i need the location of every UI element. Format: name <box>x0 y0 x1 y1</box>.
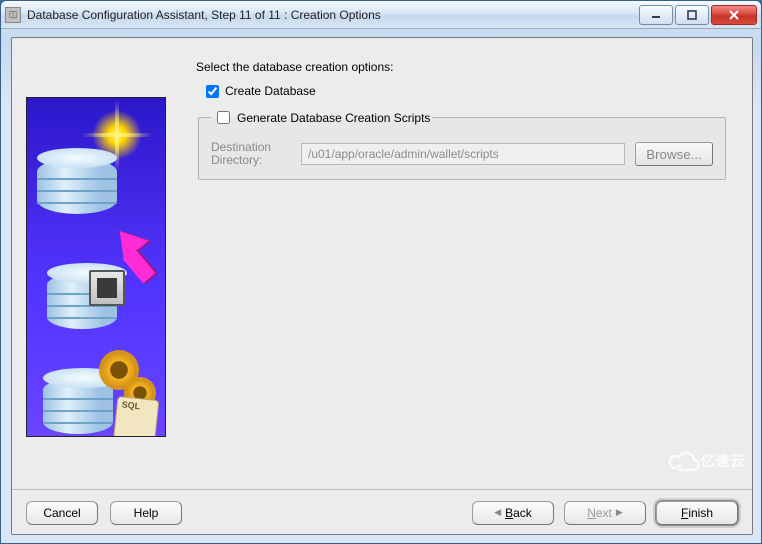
arrow-icon <box>112 228 144 254</box>
app-icon: ◫ <box>5 7 21 23</box>
destination-label: Destination Directory: <box>211 141 291 167</box>
create-database-checkbox[interactable] <box>206 85 219 98</box>
generate-scripts-label: Generate Database Creation Scripts <box>237 111 430 125</box>
generate-scripts-option[interactable]: Generate Database Creation Scripts <box>213 108 430 127</box>
finish-button[interactable]: Finish <box>656 501 738 525</box>
generate-scripts-group: Generate Database Creation Scripts Desti… <box>198 108 726 180</box>
close-button[interactable] <box>711 5 757 25</box>
minimize-button[interactable] <box>639 5 673 25</box>
titlebar: ◫ Database Configuration Assistant, Step… <box>1 1 761 29</box>
nav-buttons: ◀ Back Next ▶ Finish <box>472 501 738 525</box>
sql-scroll-icon <box>113 396 160 437</box>
watermark-text: 亿速云 <box>701 451 746 471</box>
create-database-label: Create Database <box>225 84 316 98</box>
app-window: ◫ Database Configuration Assistant, Step… <box>0 0 762 544</box>
database-icon <box>37 158 117 214</box>
cloud-icon <box>667 444 701 478</box>
watermark: 亿速云 <box>666 438 746 484</box>
window-title: Database Configuration Assistant, Step 1… <box>27 8 381 22</box>
content-pane: Select the database creation options: Cr… <box>12 38 752 490</box>
cancel-button[interactable]: Cancel <box>26 501 98 525</box>
button-bar: Cancel Help ◀ Back Next ▶ Finish <box>12 491 752 534</box>
window-controls <box>637 5 757 25</box>
destination-row: Destination Directory: Browse... <box>211 141 713 167</box>
back-button[interactable]: ◀ Back <box>472 501 554 525</box>
back-icon: ◀ <box>494 507 501 518</box>
maximize-button[interactable] <box>675 5 709 25</box>
client-area: Select the database creation options: Cr… <box>11 37 753 535</box>
wizard-illustration <box>26 97 166 437</box>
database-icon <box>43 378 113 434</box>
page-heading: Select the database creation options: <box>196 60 728 74</box>
disk-icon <box>89 270 125 306</box>
next-button[interactable]: Next ▶ <box>564 501 646 525</box>
next-icon: ▶ <box>616 507 623 518</box>
destination-input[interactable] <box>301 143 625 165</box>
create-database-option[interactable]: Create Database <box>206 84 718 98</box>
help-button[interactable]: Help <box>110 501 182 525</box>
generate-scripts-checkbox[interactable] <box>217 111 230 124</box>
form-area: Select the database creation options: Cr… <box>196 52 738 481</box>
browse-button[interactable]: Browse... <box>635 142 713 166</box>
